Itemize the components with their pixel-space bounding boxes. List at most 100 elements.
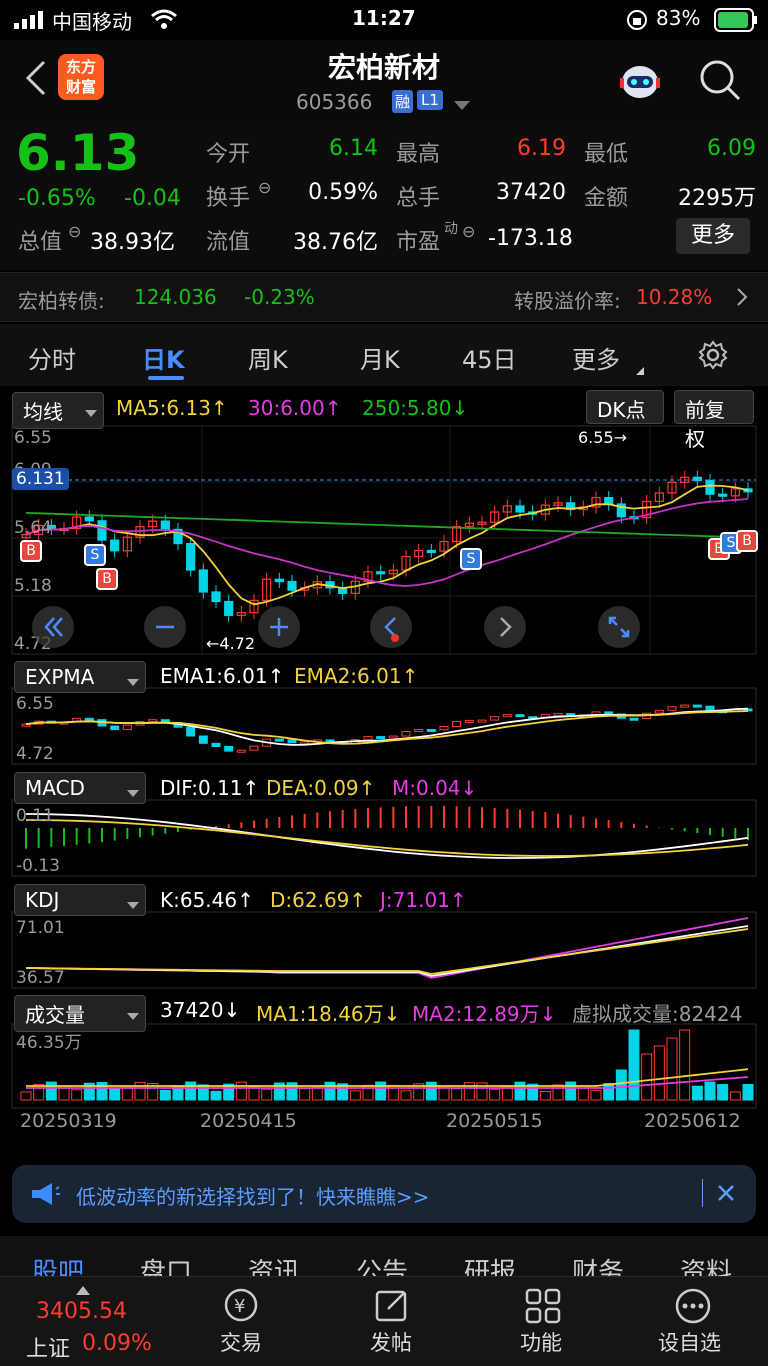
more-button[interactable]: 更多 — [676, 218, 750, 254]
candle-body — [97, 520, 107, 541]
kdj-y-top: 71.01 — [16, 918, 65, 938]
volume-bar — [134, 1081, 146, 1101]
info-icon[interactable]: ⊖ — [258, 178, 271, 197]
expma-candle — [692, 704, 702, 708]
zoom-in-button[interactable] — [258, 606, 300, 648]
expma-candle — [414, 728, 424, 733]
more-dots-icon[interactable] — [674, 1287, 712, 1329]
vol-ma1-line — [26, 1068, 749, 1087]
sell-signal[interactable]: S — [84, 544, 106, 566]
settings-gear-icon[interactable] — [698, 340, 728, 374]
megaphone-icon — [30, 1181, 60, 1211]
dropdown-arrow-icon[interactable] — [454, 96, 470, 115]
sell-signal[interactable]: S — [460, 548, 482, 570]
x-date: 20250319 — [20, 1110, 117, 1132]
trade-icon[interactable]: ¥ — [218, 1287, 264, 1329]
buy-signal[interactable]: B — [736, 530, 758, 552]
index-value[interactable]: 3405.54 — [36, 1299, 127, 1324]
tab-weekly-k[interactable]: 周K — [248, 340, 288, 375]
volume-bar — [349, 1090, 361, 1101]
candle-body — [604, 497, 614, 505]
change-percent: -0.65% — [18, 186, 96, 211]
tab-pankou[interactable]: 盘口 — [140, 1252, 192, 1276]
tab-daily-k[interactable]: 日K — [142, 340, 185, 375]
fullscreen-button[interactable] — [598, 606, 640, 648]
turnover-value: 0.59% — [308, 180, 378, 205]
volume-bar — [615, 1069, 627, 1101]
next-button[interactable] — [484, 606, 526, 648]
chevron-right-icon[interactable] — [736, 287, 748, 311]
functions-grid-icon[interactable] — [524, 1287, 562, 1329]
trade-label[interactable]: 交易 — [220, 1327, 262, 1357]
tab-profile[interactable]: 资料 — [680, 1252, 732, 1276]
tab-45-day[interactable]: 45日 — [462, 340, 517, 375]
tab-announcements[interactable]: 公告 — [356, 1252, 408, 1276]
tab-guba[interactable]: 股吧 — [32, 1252, 84, 1276]
post-edit-icon[interactable] — [374, 1287, 412, 1329]
expma-candle — [274, 738, 284, 742]
index-change[interactable]: 0.09% — [82, 1331, 152, 1356]
buy-signal[interactable]: B — [96, 568, 118, 590]
functions-label[interactable]: 功能 — [520, 1327, 562, 1357]
float-cap-value: 38.76亿 — [293, 230, 378, 255]
volume-bar — [742, 1084, 754, 1101]
volume-select[interactable]: 成交量 — [14, 995, 146, 1032]
tab-news[interactable]: 资讯 — [248, 1252, 300, 1276]
search-icon[interactable] — [698, 58, 742, 106]
candle-body — [274, 578, 284, 583]
expma-candle — [224, 745, 234, 752]
scroll-left-fast-button[interactable] — [32, 606, 74, 648]
add-watchlist-label[interactable]: 设自选 — [658, 1327, 721, 1357]
zoom-out-button[interactable] — [144, 606, 186, 648]
volume-bar — [210, 1090, 222, 1101]
ema2-line — [25, 710, 749, 745]
volume-bar — [729, 1091, 741, 1101]
status-bar: 中国移动 11:27 83% — [0, 0, 768, 40]
tab-finance[interactable]: 财务 — [572, 1252, 624, 1276]
ema2-value: EMA2:6.01↑ — [294, 664, 419, 688]
ema1-value: EMA1:6.01↑ — [160, 664, 285, 688]
buy-signal[interactable]: B — [20, 540, 42, 562]
expma-candle — [110, 725, 120, 731]
tab-intraday[interactable]: 分时 — [28, 340, 76, 375]
period-tabs: 分时 日K 周K 月K 45日 更多 — [0, 324, 768, 386]
post-label[interactable]: 发帖 — [370, 1327, 412, 1357]
volume-bar — [311, 1086, 323, 1101]
chart-area: 均线 MA5:6.13↑ 30:6.00↑ 250:5.80↓ DK点 前复权 … — [0, 388, 768, 1150]
volume-bar — [159, 1089, 171, 1101]
expma-candle — [502, 714, 512, 718]
expma-select[interactable]: EXPMA — [14, 661, 146, 693]
dropdown-arrow-icon — [127, 1002, 139, 1026]
previous-button[interactable] — [370, 606, 412, 648]
kdj-select[interactable]: KDJ — [14, 884, 146, 916]
robot-assistant-icon[interactable] — [614, 54, 666, 110]
candle-body — [376, 571, 386, 575]
macd-select-label: MACD — [25, 776, 85, 800]
convertible-bond-row[interactable]: 宏柏转债: 124.036 -0.23% 转股溢价率: 10.28% — [0, 272, 768, 322]
macd-select[interactable]: MACD — [14, 772, 146, 804]
volume-bar — [324, 1081, 336, 1101]
candle-body — [705, 479, 715, 495]
market-cap-value: 38.93亿 — [90, 230, 175, 255]
expma-candle — [401, 731, 411, 737]
promo-banner[interactable]: 低波动率的新选择找到了！快来瞧瞧>> — [12, 1165, 756, 1223]
pe-label: 市盈 — [396, 230, 441, 255]
market-cap-label: 总值 — [18, 230, 63, 255]
expma-candle — [629, 717, 639, 721]
tab-research[interactable]: 研报 — [464, 1252, 516, 1276]
bond-price: 124.036 — [134, 285, 217, 309]
volume-bar — [20, 1091, 32, 1101]
index-name[interactable]: 上证 — [26, 1331, 70, 1363]
expma-candle — [477, 719, 487, 723]
kline-chart-svg — [11, 425, 757, 1109]
j-value: J:71.01↑ — [380, 888, 467, 912]
info-icon[interactable]: ⊖ — [462, 222, 475, 241]
tab-more[interactable]: 更多 — [572, 340, 620, 375]
expma-candle — [604, 711, 614, 715]
tab-monthly-k[interactable]: 月K — [360, 340, 400, 375]
close-icon[interactable] — [716, 1183, 736, 1207]
ma5-line — [25, 484, 749, 606]
ma30-line — [25, 498, 749, 587]
info-icon[interactable]: ⊖ — [68, 222, 81, 241]
expma-candle — [363, 736, 373, 741]
